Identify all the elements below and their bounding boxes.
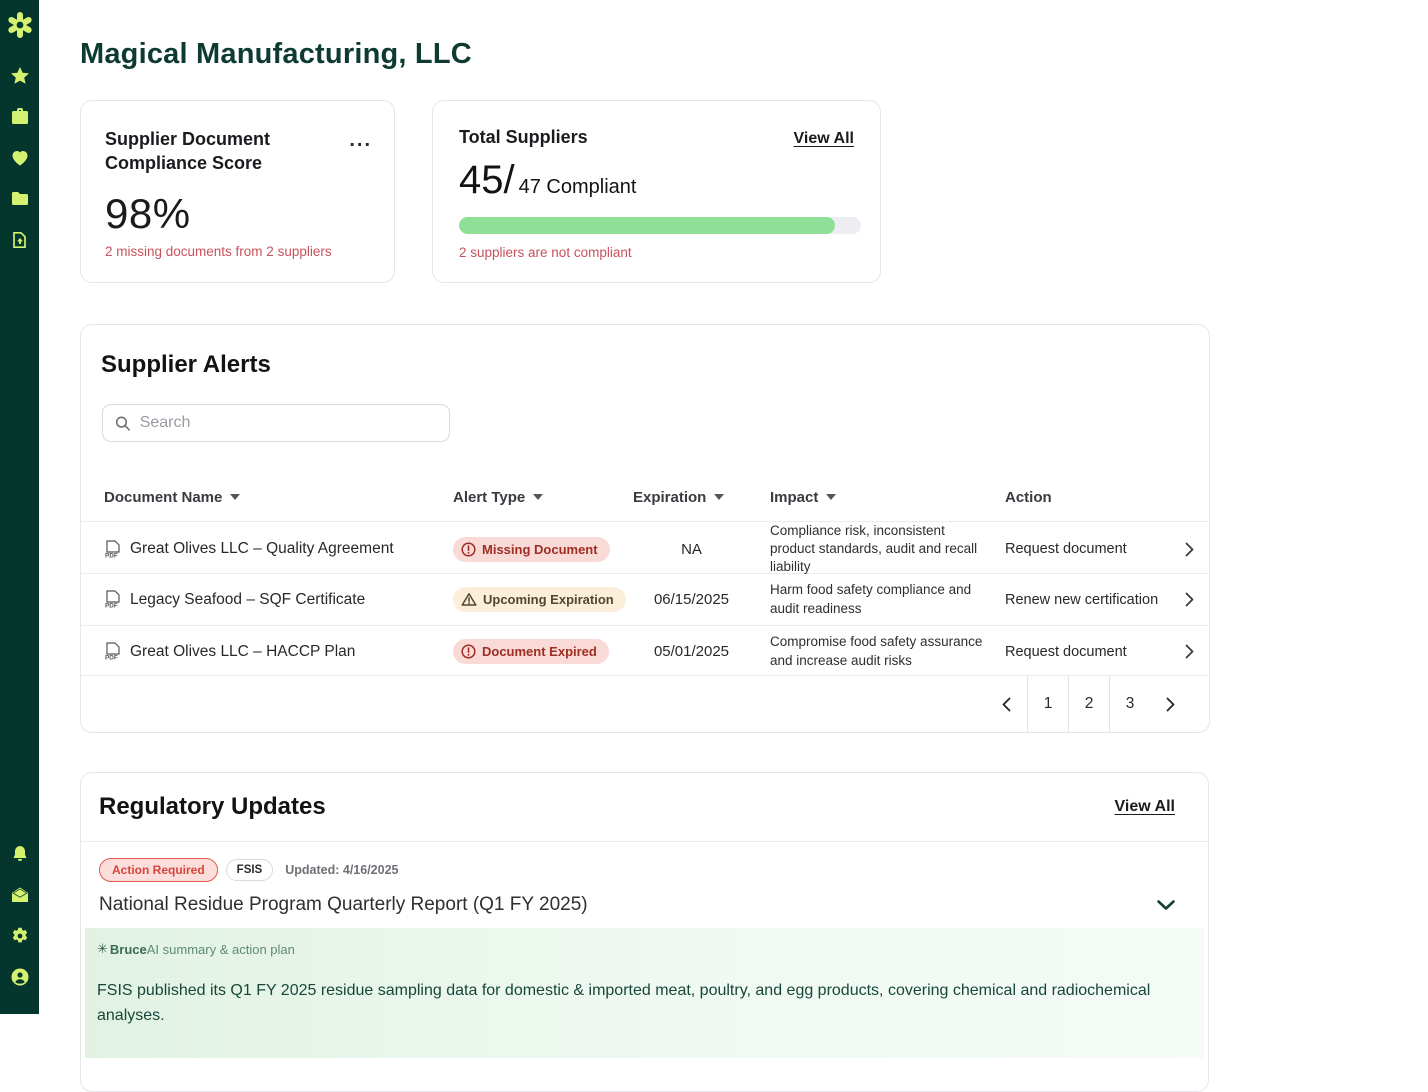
row-chevron-right-icon[interactable] [1185,542,1211,557]
column-header-alert-type[interactable]: Alert Type [453,489,633,506]
action-required-badge: Action Required [99,858,218,882]
row-chevron-right-icon[interactable] [1185,644,1211,659]
alerts-search[interactable] [102,404,450,442]
suppliers-card-note: 2 suppliers are not compliant [459,245,854,260]
regulatory-updates-title: Regulatory Updates [99,793,326,821]
alerts-table: Document Name Alert Type Expiration Impa… [81,473,1211,677]
ai-summary-label: ✳ Bruce AI summary & action plan [97,941,1188,957]
sort-caret-icon [826,494,836,500]
mail-icon[interactable] [9,884,31,906]
page-title: Magical Manufacturing, LLC [80,38,472,71]
file-upload-icon[interactable] [9,229,31,251]
expiration-cell: 06/15/2025 [633,591,770,608]
suppliers-progress-bar [459,217,861,234]
impact-cell: Compliance risk, inconsistent product st… [770,522,1005,577]
column-header-expiration[interactable]: Expiration [633,489,770,506]
status-badge: Document Expired [453,639,609,664]
sidebar [0,0,39,1014]
column-header-impact[interactable]: Impact [770,489,1005,506]
star-icon[interactable] [9,65,31,87]
ai-brand-name: Bruce [110,942,147,957]
expiration-cell: 05/01/2025 [633,643,770,660]
updated-date: Updated: 4/16/2025 [285,863,398,877]
svg-text:PDF: PDF [105,655,118,662]
expiration-cell: NA [633,541,770,558]
overflow-menu-icon[interactable]: ... [349,135,372,145]
suppliers-card-title: Total Suppliers [459,127,588,148]
supplier-alerts-card: Supplier Alerts Document Name Alert Type… [80,324,1210,733]
document-name-cell: PDF Great Olives LLC – HACCP Plan [104,642,453,661]
compliance-card-note: 2 missing documents from 2 suppliers [105,244,370,259]
impact-cell: Compromise food safety assurance and inc… [770,633,1005,669]
gear-icon[interactable] [9,925,31,947]
compliance-score-value: 98% [105,190,370,238]
ai-summary-box: ✳ Bruce AI summary & action plan FSIS pu… [85,928,1204,1058]
compliance-score-card: Supplier Document Compliance Score ... 9… [80,100,395,283]
suppliers-count-sub: 47 Compliant [519,176,637,199]
pdf-file-icon: PDF [104,590,121,609]
bell-icon[interactable] [9,843,31,865]
impact-cell: Harm food safety compliance and audit re… [770,581,1005,617]
search-icon [115,415,131,432]
suppliers-progress-fill [459,217,835,234]
regulatory-item-row[interactable]: National Residue Program Quarterly Repor… [99,894,1175,916]
sort-caret-icon [714,494,724,500]
pdf-file-icon: PDF [104,642,121,661]
search-input[interactable] [140,414,437,432]
supplier-alerts-title: Supplier Alerts [101,351,1209,379]
sidebar-top-group [5,0,35,251]
pagination: 1 2 3 [81,675,1211,732]
table-row[interactable]: PDF Great Olives LLC – Quality Agreement… [81,521,1211,573]
source-badge: FSIS [226,859,274,881]
suppliers-view-all-link[interactable]: View All [794,130,854,148]
heart-icon[interactable] [9,147,31,169]
error-circle-icon [461,644,476,659]
status-badge: Missing Document [453,537,610,562]
total-suppliers-card: Total Suppliers View All 45/ 47 Complian… [432,100,881,283]
ai-label-text: AI summary & action plan [147,942,295,957]
compliance-card-title: Supplier Document Compliance Score [105,127,305,176]
action-cell: Renew new certification [1005,592,1185,608]
svg-text:PDF: PDF [105,603,118,610]
column-header-document-name[interactable]: Document Name [104,489,453,506]
column-header-action: Action [1005,489,1185,506]
app-logo-asterisk-icon[interactable] [5,10,35,40]
regulatory-item-meta: Action Required FSIS Updated: 4/16/2025 [99,858,1208,882]
chevron-down-icon[interactable] [1157,900,1175,911]
regulatory-view-all-link[interactable]: View All [1115,798,1175,816]
table-row[interactable]: PDF Great Olives LLC – HACCP Plan Docume… [81,625,1211,677]
suppliers-count: 45/ 47 Compliant [459,158,854,203]
regulatory-item-title: National Residue Program Quarterly Repor… [99,894,588,916]
document-name-cell: PDF Great Olives LLC – Quality Agreement [104,540,453,559]
warning-triangle-icon [461,592,477,607]
pagination-page-1[interactable]: 1 [1027,676,1068,732]
sidebar-bottom-group [9,843,31,1014]
error-circle-icon [461,542,476,557]
account-icon[interactable] [9,966,31,988]
ai-summary-text: FSIS published its Q1 FY 2025 residue sa… [97,979,1162,1029]
regulatory-updates-card: Regulatory Updates View All Action Requi… [80,772,1209,1092]
table-row[interactable]: PDF Legacy Seafood – SQF Certificate Upc… [81,573,1211,625]
pagination-next-icon[interactable] [1150,676,1191,732]
action-cell: Request document [1005,541,1185,557]
folder-icon[interactable] [9,188,31,210]
briefcase-icon[interactable] [9,106,31,128]
asterisk-icon: ✳ [97,941,108,957]
pagination-page-2[interactable]: 2 [1068,676,1109,732]
alerts-table-header: Document Name Alert Type Expiration Impa… [81,473,1211,521]
regulatory-updates-header: Regulatory Updates View All [81,773,1208,842]
status-badge: Upcoming Expiration [453,587,626,612]
sort-caret-icon [533,494,543,500]
svg-text:PDF: PDF [105,552,118,559]
action-cell: Request document [1005,644,1185,660]
document-name-cell: PDF Legacy Seafood – SQF Certificate [104,590,453,609]
pagination-prev-icon[interactable] [986,676,1027,732]
row-chevron-right-icon[interactable] [1185,592,1211,607]
pdf-file-icon: PDF [104,540,121,559]
sort-caret-icon [230,494,240,500]
pagination-page-3[interactable]: 3 [1109,676,1150,732]
suppliers-count-value: 45/ [459,158,515,203]
